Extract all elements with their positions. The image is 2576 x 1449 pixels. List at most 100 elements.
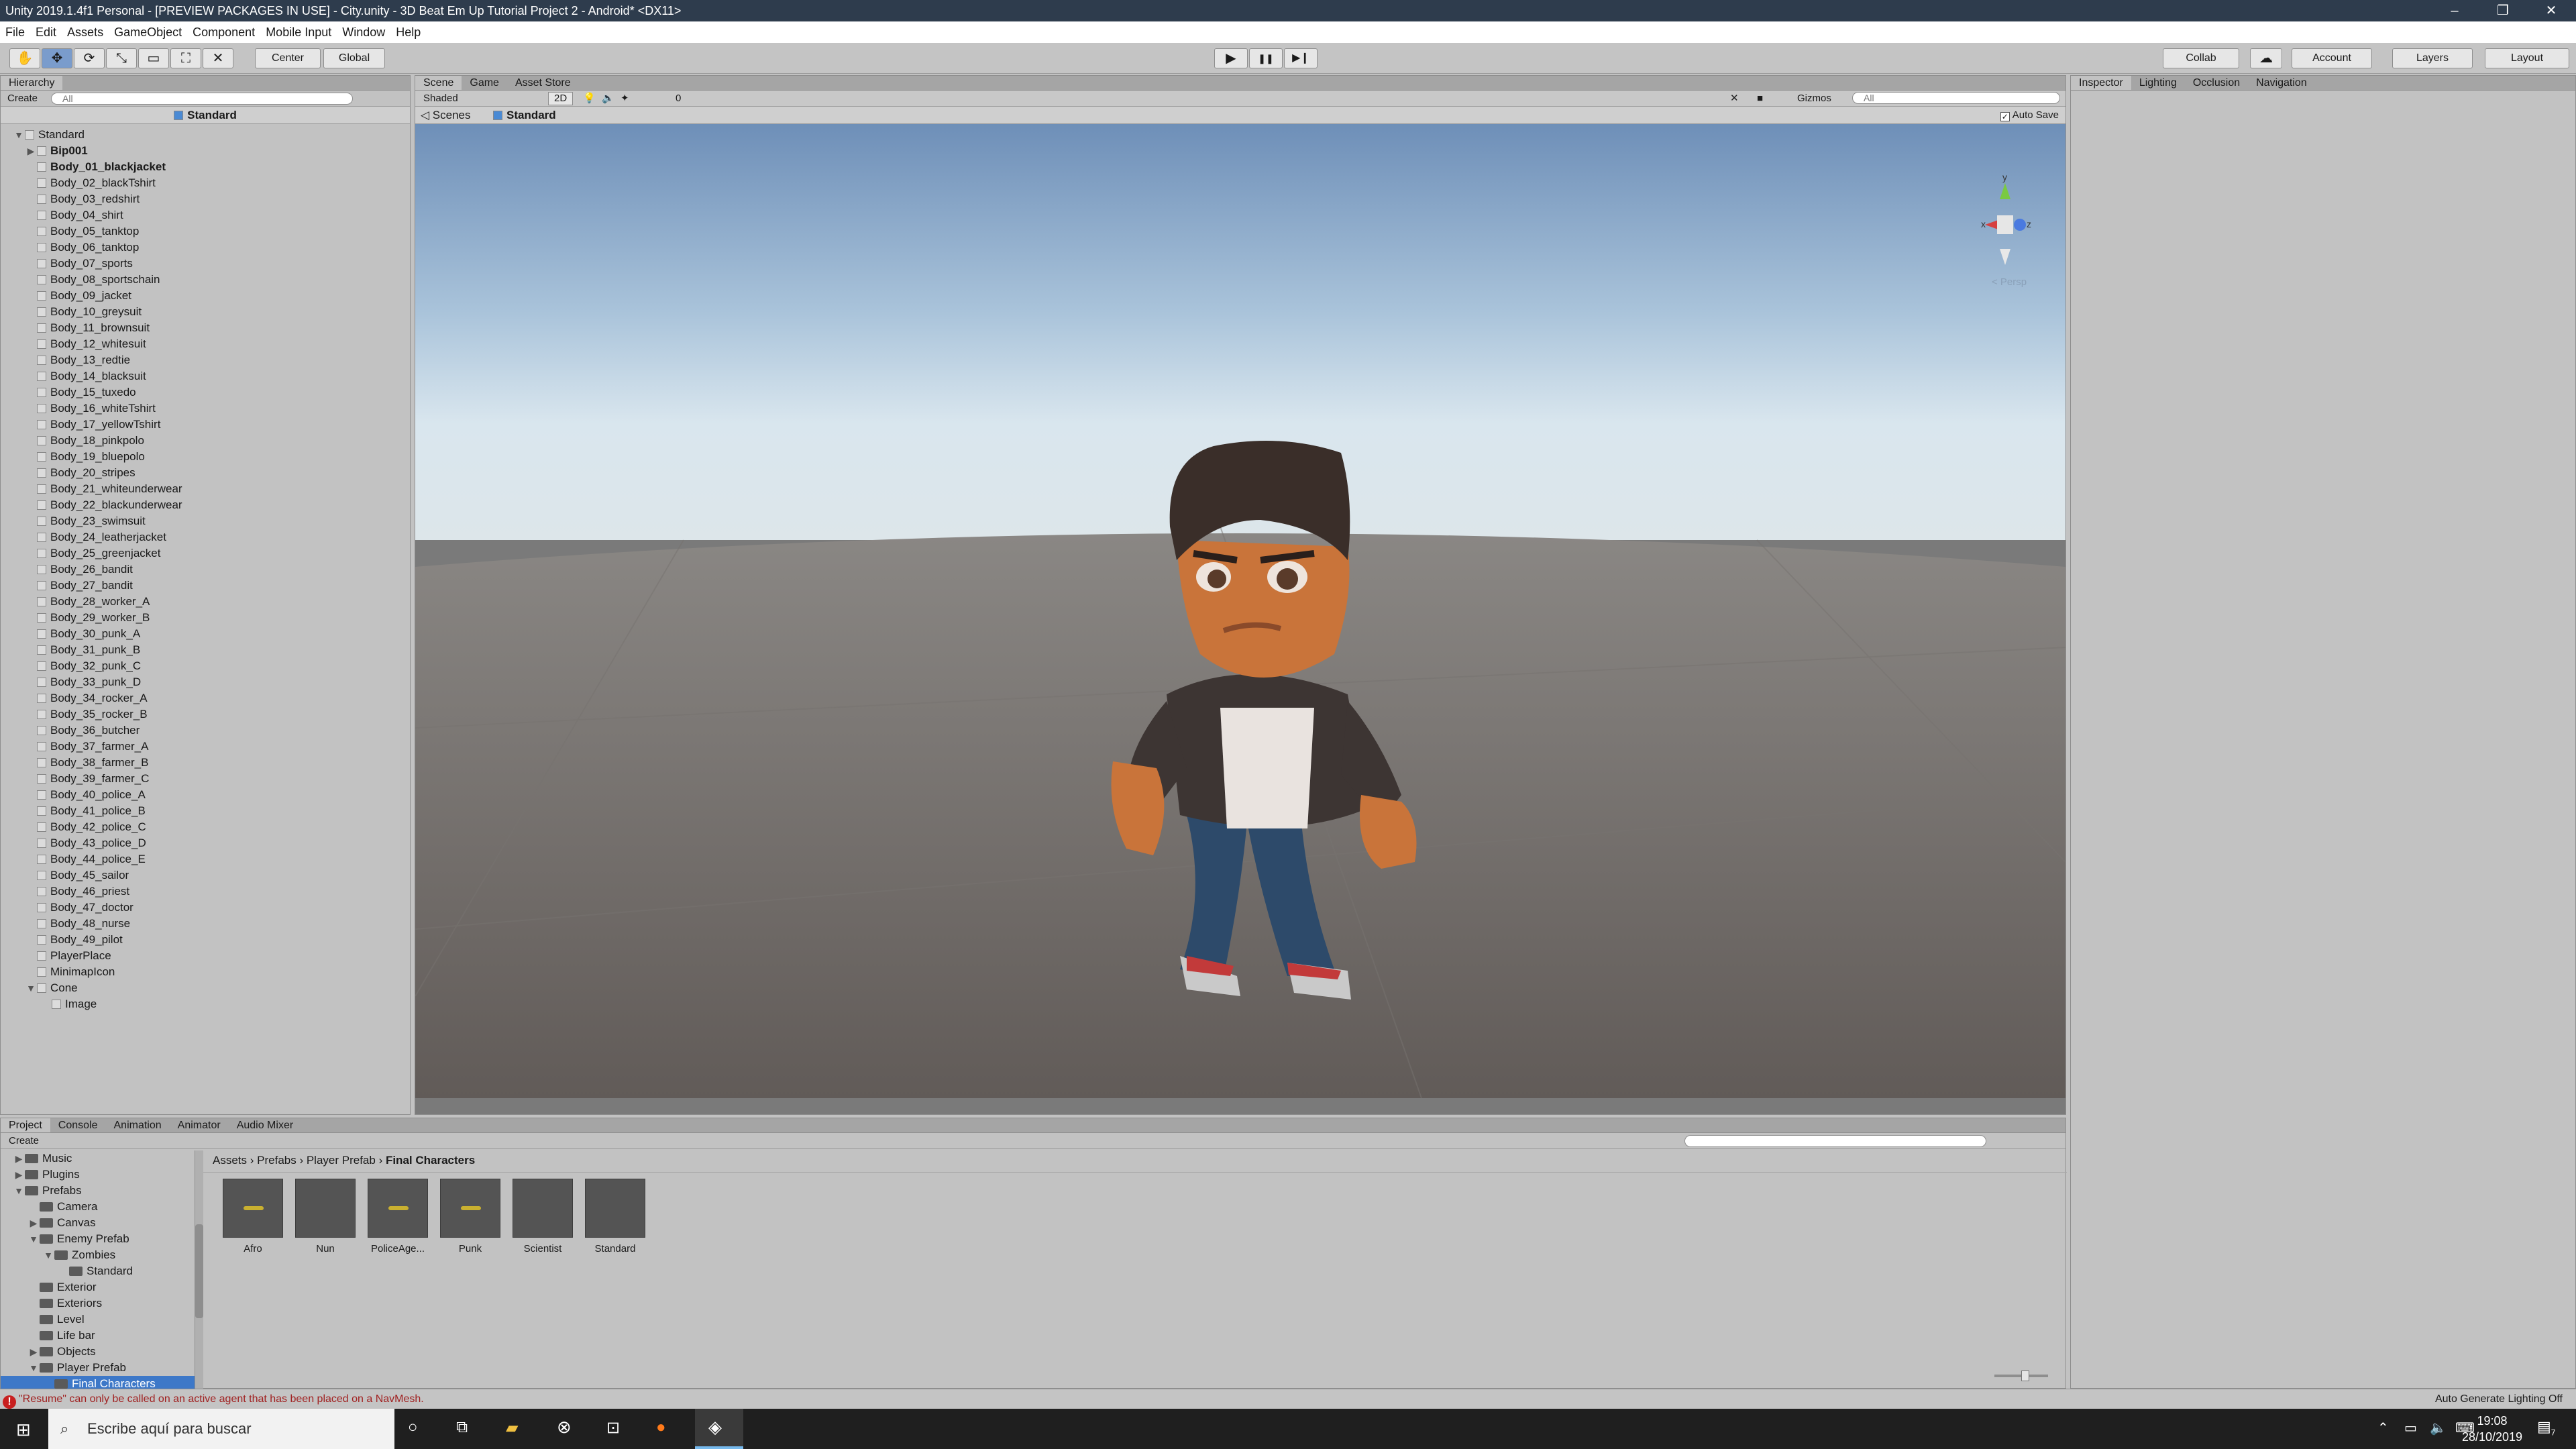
project-folder[interactable]: ▶ Canvas [1, 1215, 195, 1231]
tab-asset-store[interactable]: Asset Store [507, 76, 579, 90]
hierarchy-item[interactable]: Body_47_doctor [1, 900, 410, 916]
gizmo-cube[interactable] [1997, 215, 2013, 234]
hierarchy-item[interactable]: Body_10_greysuit [1, 304, 410, 320]
close-button[interactable]: ✕ [2528, 0, 2574, 21]
asset-item[interactable]: Punk [440, 1179, 500, 1254]
hierarchy-item[interactable]: Body_40_police_A [1, 787, 410, 803]
hierarchy-item[interactable]: PlayerPlace [1, 948, 410, 964]
file-explorer-icon[interactable]: ▰ [506, 1418, 518, 1438]
tab-navigation[interactable]: Navigation [2248, 76, 2315, 90]
effects-toggle-icon[interactable]: ✦ [621, 91, 629, 107]
hierarchy-item[interactable]: Body_19_bluepolo [1, 449, 410, 465]
gizmos-dropdown[interactable]: Gizmos [1797, 91, 1831, 107]
hierarchy-item[interactable]: Body_12_whitesuit [1, 336, 410, 352]
project-folder[interactable]: Camera [1, 1199, 195, 1215]
asset-item[interactable]: Scientist [513, 1179, 573, 1254]
hierarchy-item[interactable]: Body_31_punk_B [1, 642, 410, 658]
hierarchy-item[interactable]: Body_42_police_C [1, 819, 410, 835]
move-tool-icon[interactable]: ✥ [42, 48, 72, 68]
gizmo-z-axis[interactable] [2014, 219, 2026, 231]
rotate-tool-icon[interactable]: ⟳ [74, 48, 105, 68]
menu-file[interactable]: File [5, 21, 25, 43]
menu-assets[interactable]: Assets [67, 21, 103, 43]
layout-dropdown[interactable]: Layout [2485, 48, 2569, 68]
hierarchy-item[interactable]: MinimapIcon [1, 964, 410, 980]
breadcrumb-item[interactable]: Prefabs [257, 1154, 297, 1167]
hierarchy-item[interactable]: Body_43_police_D [1, 835, 410, 851]
project-search-input[interactable] [1684, 1135, 1986, 1147]
hierarchy-item[interactable]: Body_04_shirt [1, 207, 410, 223]
project-folder[interactable]: Exterior [1, 1279, 195, 1295]
hierarchy-item[interactable]: Body_35_rocker_B [1, 706, 410, 722]
hierarchy-item[interactable]: Body_03_redshirt [1, 191, 410, 207]
hierarchy-item[interactable]: Body_39_farmer_C [1, 771, 410, 787]
tab-game[interactable]: Game [462, 76, 507, 90]
project-folder[interactable]: Life bar [1, 1328, 195, 1344]
hierarchy-item[interactable]: Body_08_sportschain [1, 272, 410, 288]
hierarchy-item[interactable]: Body_32_punk_C [1, 658, 410, 674]
scene-search-input[interactable] [1852, 92, 2060, 104]
menu-help[interactable]: Help [396, 21, 421, 43]
tab-animation[interactable]: Animation [106, 1118, 170, 1132]
scale-tool-icon[interactable]: ⤡ [106, 48, 137, 68]
chevron-right-icon[interactable]: ▶ [13, 1167, 25, 1183]
hierarchy-item[interactable]: Body_17_yellowTshirt [1, 417, 410, 433]
breadcrumb-item[interactable]: Player Prefab [307, 1154, 376, 1167]
lighting-toggle-icon[interactable]: 💡 [583, 91, 596, 107]
hierarchy-item[interactable]: ▶ Bip001 [1, 143, 410, 159]
hand-tool-icon[interactable]: ✋ [9, 48, 40, 68]
chevron-down-icon[interactable]: ▼ [28, 1360, 40, 1376]
tab-lighting[interactable]: Lighting [2131, 76, 2185, 90]
hierarchy-item[interactable]: Body_15_tuxedo [1, 384, 410, 400]
chevron-down-icon[interactable]: ▼ [28, 1231, 40, 1247]
hierarchy-item[interactable]: Body_27_bandit [1, 578, 410, 594]
transform-tool-icon[interactable]: ⛶ [170, 48, 201, 68]
tab-inspector[interactable]: Inspector [2071, 76, 2131, 90]
project-folder[interactable]: ▼ Player Prefab [1, 1360, 195, 1376]
hierarchy-item[interactable]: Body_18_pinkpolo [1, 433, 410, 449]
project-folder[interactable]: ▼ Prefabs [1, 1183, 195, 1199]
asset-item[interactable]: Nun [295, 1179, 356, 1254]
hierarchy-item[interactable]: Body_05_tanktop [1, 223, 410, 239]
project-folder[interactable]: ▶ Plugins [1, 1167, 195, 1183]
tab-audio-mixer[interactable]: Audio Mixer [229, 1118, 301, 1132]
taskbar-clock[interactable]: 19:08 28/10/2019 [2449, 1413, 2536, 1445]
chevron-right-icon[interactable]: ▶ [28, 1344, 40, 1360]
network-icon[interactable]: ▭ [2404, 1419, 2417, 1436]
asset-item[interactable]: Afro [223, 1179, 283, 1254]
project-folder[interactable]: ▶ Objects [1, 1344, 195, 1360]
collab-dropdown[interactable]: Collab [2163, 48, 2239, 68]
tab-hierarchy[interactable]: Hierarchy [1, 76, 63, 90]
taskbar-search-box[interactable]: ⌕ Escribe aquí para buscar [48, 1409, 394, 1449]
space-toggle[interactable]: Global [323, 48, 385, 68]
tab-scene[interactable]: Scene [415, 76, 462, 90]
chevron-right-icon[interactable]: ▶ [28, 1215, 40, 1231]
chevron-right-icon[interactable]: ▶ [13, 1150, 25, 1167]
tab-project[interactable]: Project [1, 1118, 50, 1132]
hierarchy-item[interactable]: Body_34_rocker_A [1, 690, 410, 706]
project-folder[interactable]: ▼ Zombies [1, 1247, 195, 1263]
firefox-icon[interactable]: ● [656, 1418, 666, 1437]
pause-button[interactable]: ❚❚ [1249, 48, 1283, 68]
hierarchy-item[interactable]: Body_48_nurse [1, 916, 410, 932]
hierarchy-item[interactable]: Body_21_whiteunderwear [1, 481, 410, 497]
play-button[interactable]: ▶ [1214, 48, 1248, 68]
hierarchy-item[interactable]: Body_20_stripes [1, 465, 410, 481]
hierarchy-item[interactable]: Body_33_punk_D [1, 674, 410, 690]
xbox-icon[interactable]: ⊗ [557, 1417, 572, 1438]
scene-viewport[interactable]: x y z < Persp [415, 124, 2065, 1098]
hierarchy-item[interactable]: Body_16_whiteTshirt [1, 400, 410, 417]
notifications-icon[interactable]: ▤7 [2537, 1418, 2555, 1437]
tray-chevron-icon[interactable]: ⌃ [2377, 1419, 2389, 1436]
asset-item[interactable]: Standard [585, 1179, 645, 1254]
project-tree-scrollbar[interactable] [195, 1150, 203, 1389]
account-dropdown[interactable]: Account [2292, 48, 2372, 68]
hierarchy-item[interactable]: Body_22_blackunderwear [1, 497, 410, 513]
hierarchy-item[interactable]: Body_41_police_B [1, 803, 410, 819]
breadcrumb-item[interactable]: Final Characters [386, 1154, 475, 1167]
hierarchy-item[interactable]: Body_02_blackTshirt [1, 175, 410, 191]
hierarchy-item[interactable]: Body_09_jacket [1, 288, 410, 304]
custom-tool-icon[interactable]: ✕ [203, 48, 233, 68]
hierarchy-item[interactable]: Body_14_blacksuit [1, 368, 410, 384]
menu-mobile-input[interactable]: Mobile Input [266, 21, 331, 43]
